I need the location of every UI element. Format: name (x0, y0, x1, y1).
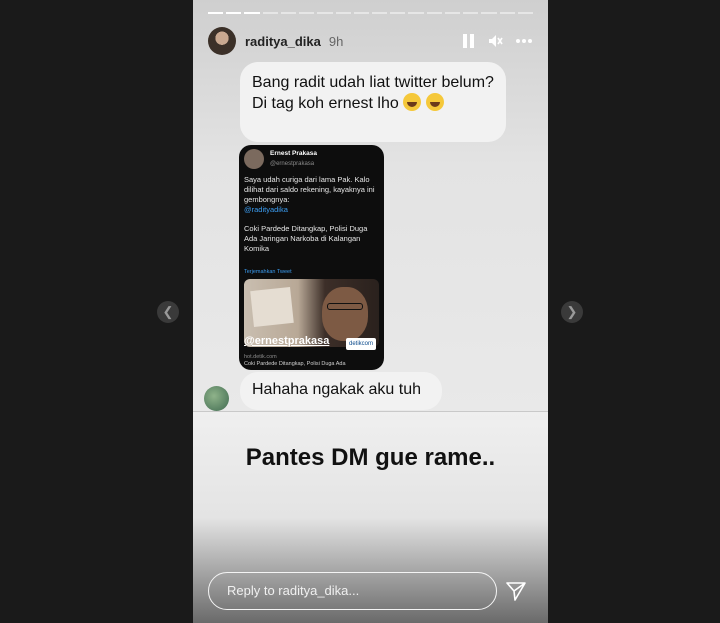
progress-segment (262, 12, 278, 14)
progress-segment (517, 12, 533, 14)
pause-icon[interactable] (463, 34, 475, 48)
tweet-text: Saya udah curiga dari lama Pak. Kalo dil… (244, 175, 379, 254)
more-icon[interactable] (515, 38, 533, 44)
link-preview: hot.detik.com Coki Pardede Ditangkap, Po… (244, 354, 346, 368)
reply-input[interactable]: Reply to raditya_dika... (208, 572, 497, 610)
previous-story-button[interactable]: ❮ (157, 301, 179, 323)
link-domain: hot.detik.com (244, 354, 277, 360)
tweet-avatar (244, 149, 264, 169)
tweet-headline: Coki Pardede Ditangkap, Polisi Duga Ada … (244, 224, 368, 253)
tweet-author-handle: @ernestprakasa (270, 161, 315, 167)
timestamp: 9h (328, 33, 344, 49)
mute-icon[interactable] (487, 33, 503, 49)
avatar[interactable] (208, 27, 236, 55)
tweet-author-name: Ernest Prakasa (270, 150, 317, 157)
progress-segment (371, 12, 388, 14)
progress-segment (481, 12, 497, 14)
translate-tweet-link: Terjemahkan Tweet (244, 269, 292, 275)
avatar (204, 386, 229, 411)
progress-segment (499, 12, 515, 14)
progress-segment (353, 12, 369, 14)
username[interactable]: raditya_dika (245, 34, 321, 49)
message-text: Bang radit udah liat twitter belum? Di t… (252, 74, 494, 112)
tweet-mention: @radityadika (244, 205, 288, 214)
message-bubble: Hahaha ngakak aku tuh (240, 372, 442, 410)
progress-segment (444, 12, 461, 14)
progress-segment (244, 12, 260, 14)
message-text: Hahaha ngakak aku tuh (252, 381, 422, 398)
laughing-emoji-icon (403, 93, 422, 111)
story-caption: Pantes DM gue rame.. (245, 444, 496, 471)
divider (193, 411, 548, 412)
laughing-emoji-icon (425, 93, 444, 111)
detik-logo: detikcom (346, 338, 377, 350)
progress-segment (463, 12, 479, 14)
progress-segment (280, 12, 297, 14)
send-icon[interactable] (505, 580, 527, 607)
progress-segment (317, 12, 333, 14)
tweet-screenshot: Ernest Prakasa @ernestprakasa Saya udah … (239, 145, 384, 370)
progress-segment (390, 12, 406, 14)
message-bubble: Bang radit udah liat twitter belum? Di t… (240, 62, 506, 142)
progress-segment (335, 12, 351, 14)
progress-segment (299, 12, 315, 14)
image-watermark: @ernestprakasa (244, 335, 330, 347)
progress-segment (426, 12, 442, 14)
progress-segment (408, 12, 424, 14)
story-viewer: raditya_dika 9h Bang radit udah liat twi… (193, 0, 548, 623)
next-story-button[interactable]: ❯ (561, 301, 583, 323)
link-title: Coki Pardede Ditangkap, Polisi Duga Ada (244, 361, 346, 367)
progress-segment (208, 12, 224, 14)
story-header: raditya_dika 9h (208, 26, 533, 56)
progress-segment (226, 12, 242, 14)
story-progress-bar (208, 12, 533, 14)
